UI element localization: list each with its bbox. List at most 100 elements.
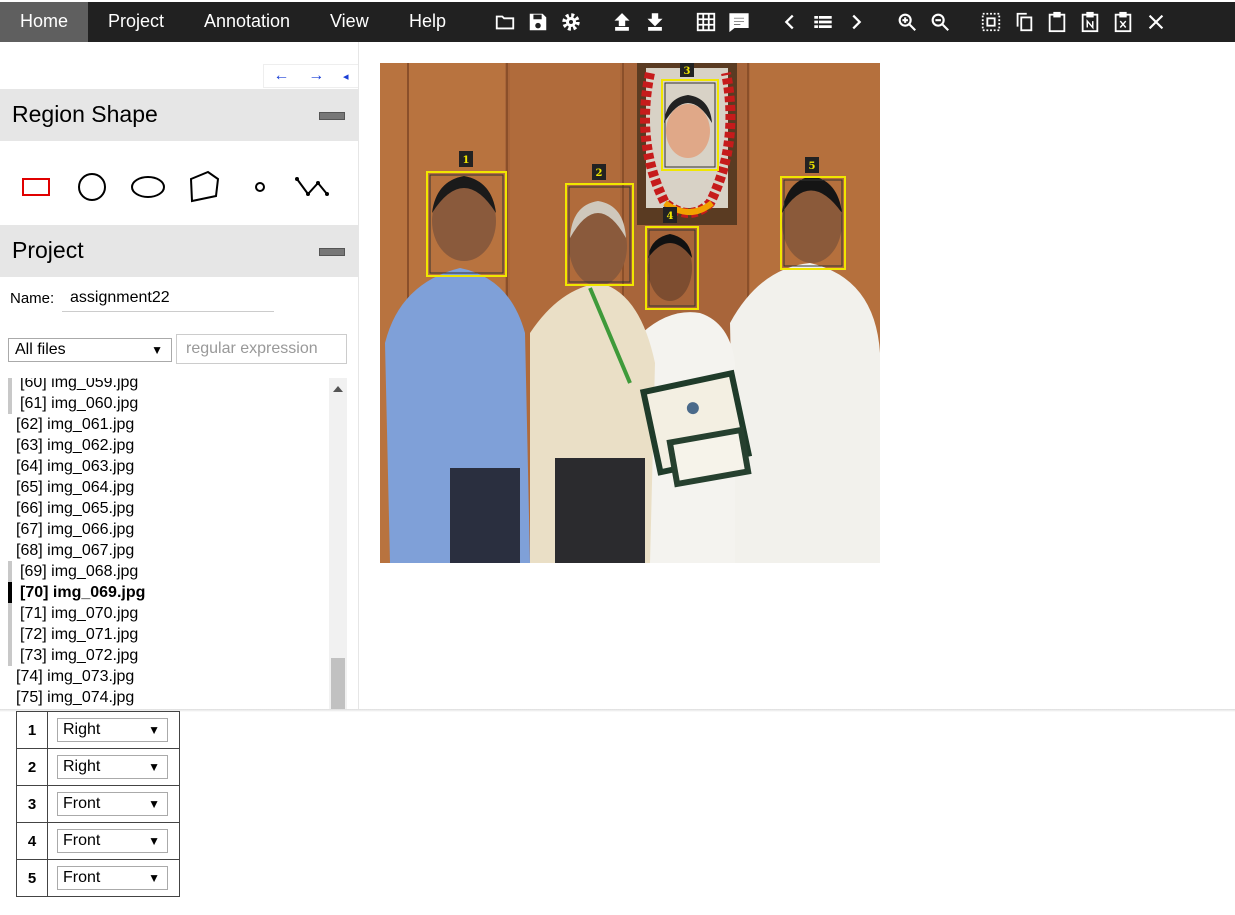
regex-filter-input[interactable] [176, 334, 347, 364]
region-id-cell: 4 [16, 822, 48, 860]
file-list-scrollbar[interactable] [329, 378, 347, 709]
dropdown-caret-icon: ▼ [148, 797, 160, 811]
save-icon[interactable] [523, 6, 553, 38]
pose-select-value: Front [63, 832, 101, 849]
attributes-panel-divider[interactable] [0, 709, 1235, 712]
file-filter-value: All files [15, 341, 66, 358]
region-shape-title: Region Shape [12, 101, 158, 127]
file-list-item[interactable]: [60] img_059.jpg [7, 378, 138, 393]
close-icon[interactable] [1141, 6, 1171, 38]
file-list-item[interactable]: [73] img_072.jpg [7, 645, 138, 666]
pose-select[interactable]: Front ▼ [57, 866, 168, 890]
pose-select-value: Front [63, 795, 101, 812]
zoom-in-icon[interactable] [892, 6, 922, 38]
circle-shape-icon[interactable] [69, 164, 115, 210]
collapse-sidebar-icon[interactable]: ◂ [343, 70, 349, 83]
file-filter-select[interactable]: All files ▼ [8, 338, 172, 362]
region-attribute-cell: Front ▼ [47, 822, 180, 860]
dropdown-caret-icon: ▼ [148, 834, 160, 848]
zoom-out-icon[interactable] [925, 6, 955, 38]
file-list-item[interactable]: [67] img_066.jpg [16, 519, 134, 540]
file-list-item[interactable]: [64] img_063.jpg [16, 456, 134, 477]
pose-select[interactable]: Front ▼ [57, 829, 168, 853]
download-icon[interactable] [640, 6, 670, 38]
select-all-icon[interactable] [976, 6, 1006, 38]
menu-view[interactable]: View [310, 2, 389, 42]
bbox-label: 2 [596, 168, 603, 179]
paste-x-icon[interactable] [1108, 6, 1138, 38]
menu-help[interactable]: Help [389, 2, 466, 42]
project-title: Project [12, 237, 84, 263]
scroll-thumb[interactable] [331, 658, 345, 709]
file-list-item[interactable]: [75] img_074.jpg [16, 687, 134, 708]
region-attribute-cell: Right ▼ [47, 748, 180, 786]
settings-gear-icon[interactable] [556, 6, 586, 38]
ellipse-shape-icon[interactable] [125, 164, 171, 210]
dropdown-caret-icon: ▼ [148, 723, 160, 737]
table-row: 3 Front ▼ [16, 785, 180, 823]
bbox-label: 4 [667, 211, 674, 222]
annotated-photo: 1 2 3 4 5 [380, 63, 880, 563]
menu-annotation[interactable]: Annotation [184, 2, 310, 42]
file-list: [60] img_059.jpg [61] img_060.jpg [62] img… [0, 378, 348, 709]
arrow-right-icon[interactable]: → [308, 67, 324, 85]
region-id-cell: 1 [16, 711, 48, 749]
table-row: 1 Right ▼ [16, 711, 180, 749]
region-attributes-table: 1 Right ▼ 2 Right ▼ 3 Front ▼ 4 Front ▼ 5 Front ▼ [16, 711, 180, 897]
arrow-left-icon[interactable]: ← [273, 67, 289, 85]
paste-n-icon[interactable] [1075, 6, 1105, 38]
upload-icon[interactable] [607, 6, 637, 38]
bbox-label: 3 [684, 66, 691, 77]
file-list-item[interactable]: [68] img_067.jpg [16, 540, 134, 561]
grid-icon[interactable] [691, 6, 721, 38]
file-list-item[interactable]: [70] img_069.jpg [7, 582, 145, 603]
polygon-shape-icon[interactable] [181, 164, 227, 210]
region-id-cell: 2 [16, 748, 48, 786]
top-menu-bar: Home Project Annotation View Help [0, 0, 1235, 42]
region-shape-header[interactable]: Region Shape [0, 89, 358, 141]
project-name-input[interactable] [62, 284, 274, 312]
chevron-right-icon[interactable] [841, 6, 871, 38]
table-row: 2 Right ▼ [16, 748, 180, 786]
region-attribute-cell: Front ▼ [47, 785, 180, 823]
polyline-shape-icon[interactable] [289, 164, 335, 210]
file-list-item[interactable]: [72] img_071.jpg [7, 624, 138, 645]
bbox-label: 5 [809, 161, 816, 172]
file-list-item[interactable]: [61] img_060.jpg [7, 393, 138, 414]
region-attribute-cell: Right ▼ [47, 711, 180, 749]
rectangle-shape-icon[interactable] [13, 164, 59, 210]
collapse-project-icon[interactable] [319, 248, 345, 256]
file-list-item[interactable]: [71] img_070.jpg [7, 603, 138, 624]
file-list-item[interactable]: [63] img_062.jpg [16, 435, 134, 456]
paste-icon[interactable] [1042, 6, 1072, 38]
point-shape-icon[interactable] [237, 164, 283, 210]
region-id-cell: 3 [16, 785, 48, 823]
menu-project[interactable]: Project [88, 2, 184, 42]
left-sidebar: ← → ◂ Region Shape Project Name: All fil… [0, 42, 359, 709]
image-canvas[interactable]: 1 2 3 4 5 [380, 63, 880, 563]
scroll-up-icon[interactable] [333, 386, 343, 392]
file-list-item[interactable]: [66] img_065.jpg [16, 498, 134, 519]
pose-select[interactable]: Right ▼ [57, 718, 168, 742]
project-header[interactable]: Project [0, 225, 358, 277]
list-icon[interactable] [808, 6, 838, 38]
pose-select-value: Right [63, 721, 101, 738]
file-list-item[interactable]: [65] img_064.jpg [16, 477, 134, 498]
pose-select-value: Right [63, 758, 101, 775]
region-id-cell: 5 [16, 859, 48, 897]
pose-select[interactable]: Front ▼ [57, 792, 168, 816]
chevron-left-icon[interactable] [775, 6, 805, 38]
menu-home[interactable]: Home [0, 2, 88, 42]
pose-select[interactable]: Right ▼ [57, 755, 168, 779]
file-list-item[interactable]: [74] img_073.jpg [16, 666, 134, 687]
project-name-label: Name: [10, 290, 55, 307]
file-list-item[interactable]: [69] img_068.jpg [7, 561, 138, 582]
copy-icon[interactable] [1009, 6, 1039, 38]
sidebar-nav-arrows: ← → ◂ [263, 64, 358, 88]
table-row: 4 Front ▼ [16, 822, 180, 860]
file-list-item[interactable]: [62] img_061.jpg [16, 414, 134, 435]
pose-select-value: Front [63, 869, 101, 886]
comment-icon[interactable] [724, 6, 754, 38]
collapse-region-shape-icon[interactable] [319, 112, 345, 120]
folder-open-icon[interactable] [490, 6, 520, 38]
